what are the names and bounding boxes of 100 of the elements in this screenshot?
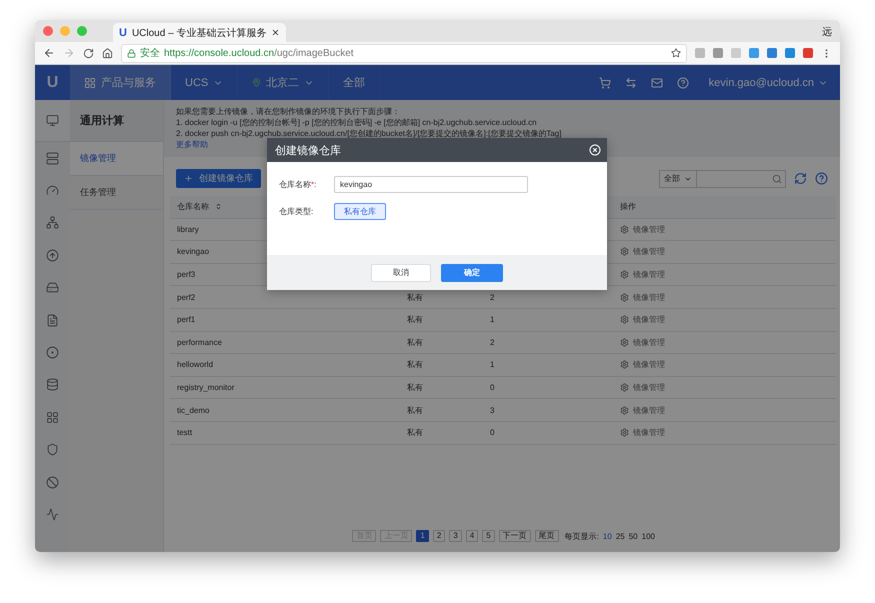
circle-dot-icon[interactable]	[46, 346, 59, 360]
manage-images-link[interactable]: 镜像管理	[620, 427, 836, 438]
filter-dropdown[interactable]: 全部	[659, 170, 697, 188]
close-icon[interactable]	[589, 144, 601, 156]
grid-icon	[84, 76, 96, 88]
grid-icon[interactable]	[46, 410, 59, 424]
help-text: 1. docker login -u [您的控制台帐号] -p [您的控制台密码] -e [您的邮箱] cn-bj2.ugchub.service.ucloud.cn	[176, 118, 538, 128]
manage-images-link[interactable]: 镜像管理	[620, 269, 836, 280]
gear-icon	[620, 292, 629, 302]
column-header: 操作	[620, 201, 636, 212]
page-button[interactable]: 2	[432, 530, 446, 542]
manage-images-link[interactable]: 镜像管理	[620, 382, 836, 394]
logo: U	[46, 72, 60, 92]
close-icon	[271, 28, 280, 37]
transfer-icon[interactable]	[624, 76, 637, 88]
network-icon[interactable]	[46, 216, 59, 230]
table-cell: tic_demo	[177, 406, 210, 415]
zoom-light-icon	[77, 26, 87, 36]
page-size-option[interactable]: 25	[616, 532, 625, 540]
dialog-title: 创建镜像仓库	[275, 144, 341, 158]
search-field[interactable]	[696, 170, 786, 188]
table-cell: 2	[490, 292, 494, 302]
gear-icon	[620, 224, 629, 234]
user-menu[interactable]: kevin.gao@ucloud.cn	[708, 76, 828, 88]
table-cell: kevingao	[177, 247, 210, 256]
tab-logo: U	[119, 26, 127, 38]
reload-icon[interactable]	[83, 48, 94, 58]
field-label: 仓库类型:	[279, 206, 314, 217]
table-cell: helloworld	[177, 360, 214, 370]
table-cell: 3	[490, 406, 494, 415]
page-size-option[interactable]: 100	[642, 532, 655, 540]
gear-icon	[620, 428, 629, 438]
help-text: 2. docker push cn-bj2.ugchub.service.ucloud.cn/[您创建的bucket名]/[您要提交的镜像名]:[您要提交镜像的Tag]	[176, 129, 562, 139]
file-icon[interactable]	[46, 314, 59, 327]
search-icon	[772, 174, 782, 184]
table-cell: 0	[490, 383, 494, 392]
manage-images-link[interactable]: 镜像管理	[620, 359, 836, 370]
table-cell: 2	[490, 338, 494, 347]
home-icon[interactable]	[102, 48, 113, 58]
database-icon[interactable]	[46, 378, 59, 392]
gear-icon	[620, 338, 629, 347]
cart-icon[interactable]	[598, 76, 611, 88]
section-title: 通用计算	[70, 100, 163, 142]
ban-icon[interactable]	[46, 476, 59, 489]
shield-icon[interactable]	[46, 443, 59, 456]
more-help-link[interactable]: 更多帮助	[176, 140, 208, 149]
table-cell: 私有	[407, 427, 423, 438]
sort-icon[interactable]	[215, 203, 222, 210]
table-cell: 私有	[407, 314, 423, 326]
close-light-icon	[43, 26, 53, 36]
page-button[interactable]: 4	[466, 530, 478, 542]
manage-images-link[interactable]: 镜像管理	[620, 404, 836, 416]
gear-icon	[620, 315, 629, 324]
sidebar-item[interactable]: 镜像管理	[70, 142, 163, 176]
type-option[interactable]: 私有仓库	[334, 203, 386, 220]
bookmark-star-icon[interactable]	[671, 48, 681, 58]
manage-images-link[interactable]: 镜像管理	[620, 224, 836, 235]
monitor-icon[interactable]	[46, 114, 59, 127]
table-cell: 私有	[407, 292, 423, 303]
table-cell: perf1	[177, 315, 196, 324]
page-button[interactable]: 尾页	[534, 530, 559, 542]
back-icon[interactable]	[43, 47, 55, 59]
create-button[interactable]: 创建镜像仓库	[176, 169, 261, 188]
confirm-button[interactable]: 确定	[441, 264, 503, 282]
map-pin-icon	[252, 78, 262, 87]
help-text: 如果您需要上传镜像，请在您制作镜像的环境下执行下面步骤：	[176, 107, 401, 117]
table-cell: library	[177, 224, 199, 234]
table-cell: performance	[177, 338, 222, 347]
gauge-icon[interactable]	[46, 184, 59, 198]
page-button[interactable]: 5	[482, 530, 495, 542]
table-cell: perf2	[177, 292, 196, 302]
help-icon[interactable]	[815, 172, 828, 185]
secure-label: 安全	[140, 46, 160, 60]
page-button[interactable]: 3	[449, 530, 462, 542]
browser-tab[interactable]: U UCloud – 专业基础云计算服务	[113, 23, 286, 42]
page-size-option[interactable]: 50	[628, 532, 638, 540]
manage-images-link[interactable]: 镜像管理	[620, 314, 836, 326]
manage-images-link[interactable]: 镜像管理	[620, 336, 836, 348]
url-text: https://console.ucloud.cn/ugc/imageBucket	[164, 48, 355, 58]
table-cell: 私有	[407, 382, 423, 394]
sidebar-item[interactable]: 任务管理	[70, 176, 163, 210]
server-icon[interactable]	[46, 152, 59, 165]
page-button[interactable]: 下一页	[498, 530, 531, 542]
name-input-field[interactable]: kevingao	[334, 176, 528, 193]
mail-icon[interactable]	[650, 76, 663, 88]
plus-icon	[184, 174, 193, 183]
table-cell: perf3	[177, 270, 196, 280]
field-label: 仓库名称*:	[279, 179, 318, 190]
table-cell: registry_monitor	[177, 383, 234, 392]
page-button[interactable]: 1	[416, 530, 429, 542]
refresh-icon[interactable]	[794, 172, 807, 185]
page-size-option[interactable]: 10	[602, 532, 612, 540]
address-bar[interactable]: 安全 https://console.ucloud.cn/ugc/imageBucket	[121, 44, 687, 62]
cancel-button[interactable]: 取消	[371, 264, 431, 282]
gear-icon	[620, 247, 629, 256]
table-cell: 1	[490, 315, 494, 324]
manage-images-link[interactable]: 镜像管理	[620, 292, 836, 303]
table-cell: 0	[490, 428, 494, 438]
pulse-icon[interactable]	[46, 508, 59, 521]
manage-images-link[interactable]: 镜像管理	[620, 246, 836, 258]
